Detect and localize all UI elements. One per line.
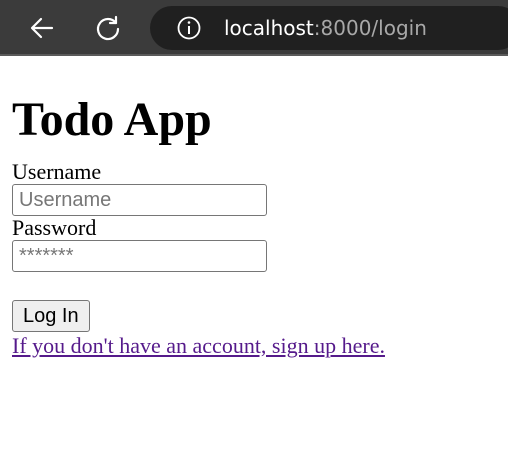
url-text[interactable]: localhost:8000/login (224, 16, 427, 40)
url-host: localhost (224, 16, 314, 40)
username-input[interactable] (12, 184, 267, 216)
login-button[interactable]: Log In (12, 300, 90, 332)
reload-icon (96, 15, 120, 41)
browser-toolbar: localhost:8000/login (0, 0, 508, 56)
login-page: Todo App Username Password Log In If you… (12, 58, 508, 360)
password-input[interactable] (12, 240, 267, 272)
info-icon[interactable] (176, 15, 202, 41)
login-form: Username Password Log In (12, 160, 508, 332)
address-bar[interactable]: localhost:8000/login (150, 6, 508, 50)
back-arrow-icon (30, 17, 54, 39)
signup-link[interactable]: If you don't have an account, sign up he… (12, 332, 385, 360)
url-path: :8000/login (313, 16, 427, 40)
username-label: Username (12, 159, 102, 184)
reload-button[interactable] (92, 12, 124, 44)
page-title: Todo App (12, 93, 212, 146)
back-button[interactable] (26, 12, 58, 44)
password-label: Password (12, 215, 97, 240)
